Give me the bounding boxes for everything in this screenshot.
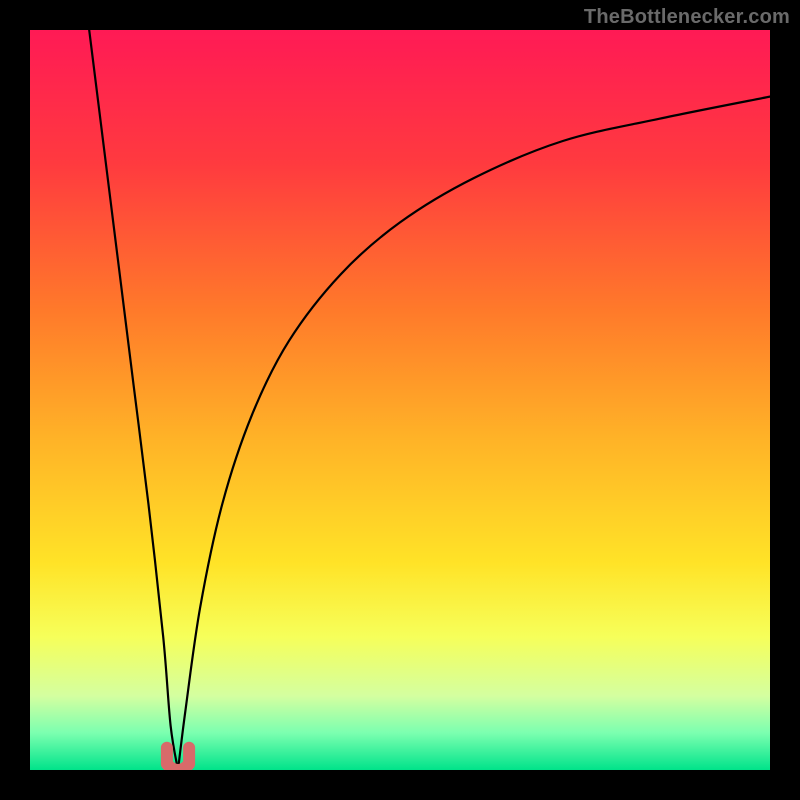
background-gradient (30, 30, 770, 770)
plot-area (30, 30, 770, 770)
watermark-text: TheBottlenecker.com (584, 6, 790, 29)
chart-frame: TheBottlenecker.com (0, 0, 800, 800)
